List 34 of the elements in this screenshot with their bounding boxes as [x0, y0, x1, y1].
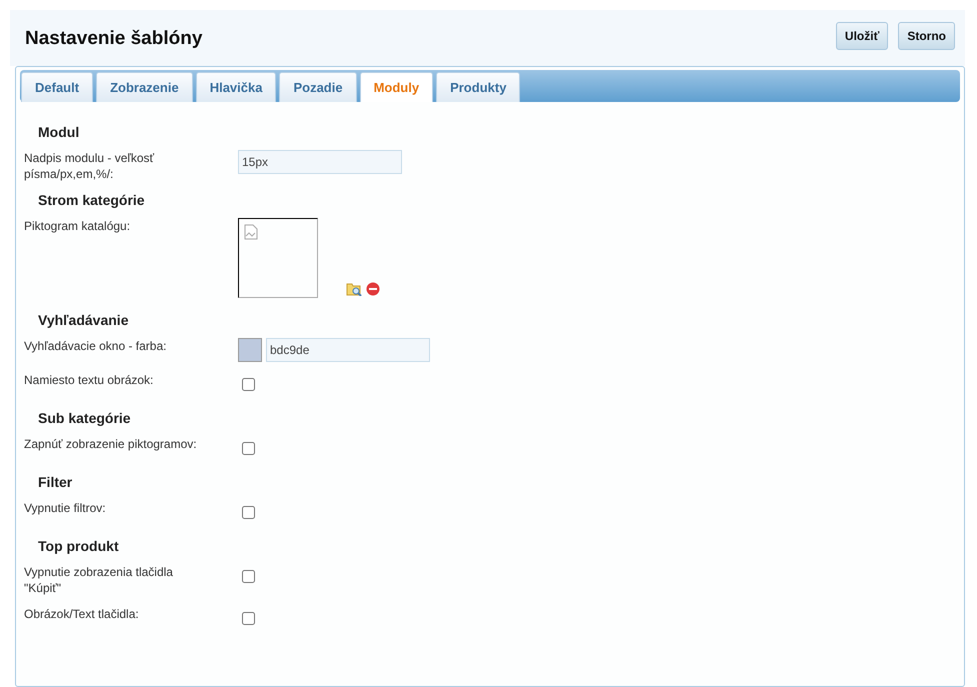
cancel-button[interactable]: Storno [898, 22, 955, 50]
tab[interactable]: Produkty [436, 72, 520, 102]
field-label: Vyhľadávacie okno - farba: [24, 338, 168, 355]
section-heading: Strom kategórie [38, 192, 146, 208]
section-heading: Vyhľadávanie [38, 312, 130, 328]
page-title: Nastavenie šablóny [25, 27, 202, 50]
section-heading: Sub kategórie [38, 410, 132, 426]
field-label: Vypnutie zobrazenia tlačidla "Kúpiť" [24, 564, 174, 596]
tab[interactable]: Moduly [360, 72, 434, 102]
input-field[interactable]: 15px [238, 150, 402, 174]
checkbox[interactable] [242, 378, 255, 391]
field-label: Zapnúť zobrazenie piktogramov: [24, 436, 198, 453]
broken-image-icon [244, 224, 258, 240]
field-label: Obrázok/Text tlačidla: [24, 606, 140, 623]
field-label: Nadpis modulu - veľkosť písma/px,em,%/: [24, 150, 156, 182]
checkbox[interactable] [242, 442, 255, 455]
section-heading: Modul [38, 124, 80, 140]
section-heading: Top produkt [38, 538, 120, 554]
section-heading: Filter [38, 474, 74, 490]
color-field[interactable]: bdc9de [266, 338, 430, 362]
field-label: Piktogram katalógu: [24, 218, 132, 235]
color-swatch[interactable] [238, 338, 262, 362]
tab[interactable]: Pozadie [279, 72, 357, 102]
tab[interactable]: Hlavička [196, 72, 276, 102]
save-button[interactable]: Uložiť [836, 22, 888, 50]
field-label: Vypnutie filtrov: [24, 500, 107, 517]
checkbox[interactable] [242, 612, 255, 625]
remove-icon[interactable] [366, 282, 380, 296]
checkbox[interactable] [242, 506, 255, 519]
folder-search-icon[interactable] [346, 282, 362, 296]
checkbox[interactable] [242, 570, 255, 583]
field-label: Namiesto textu obrázok: [24, 372, 154, 389]
tab[interactable]: Default [21, 72, 94, 102]
tab[interactable]: Zobrazenie [96, 72, 193, 102]
